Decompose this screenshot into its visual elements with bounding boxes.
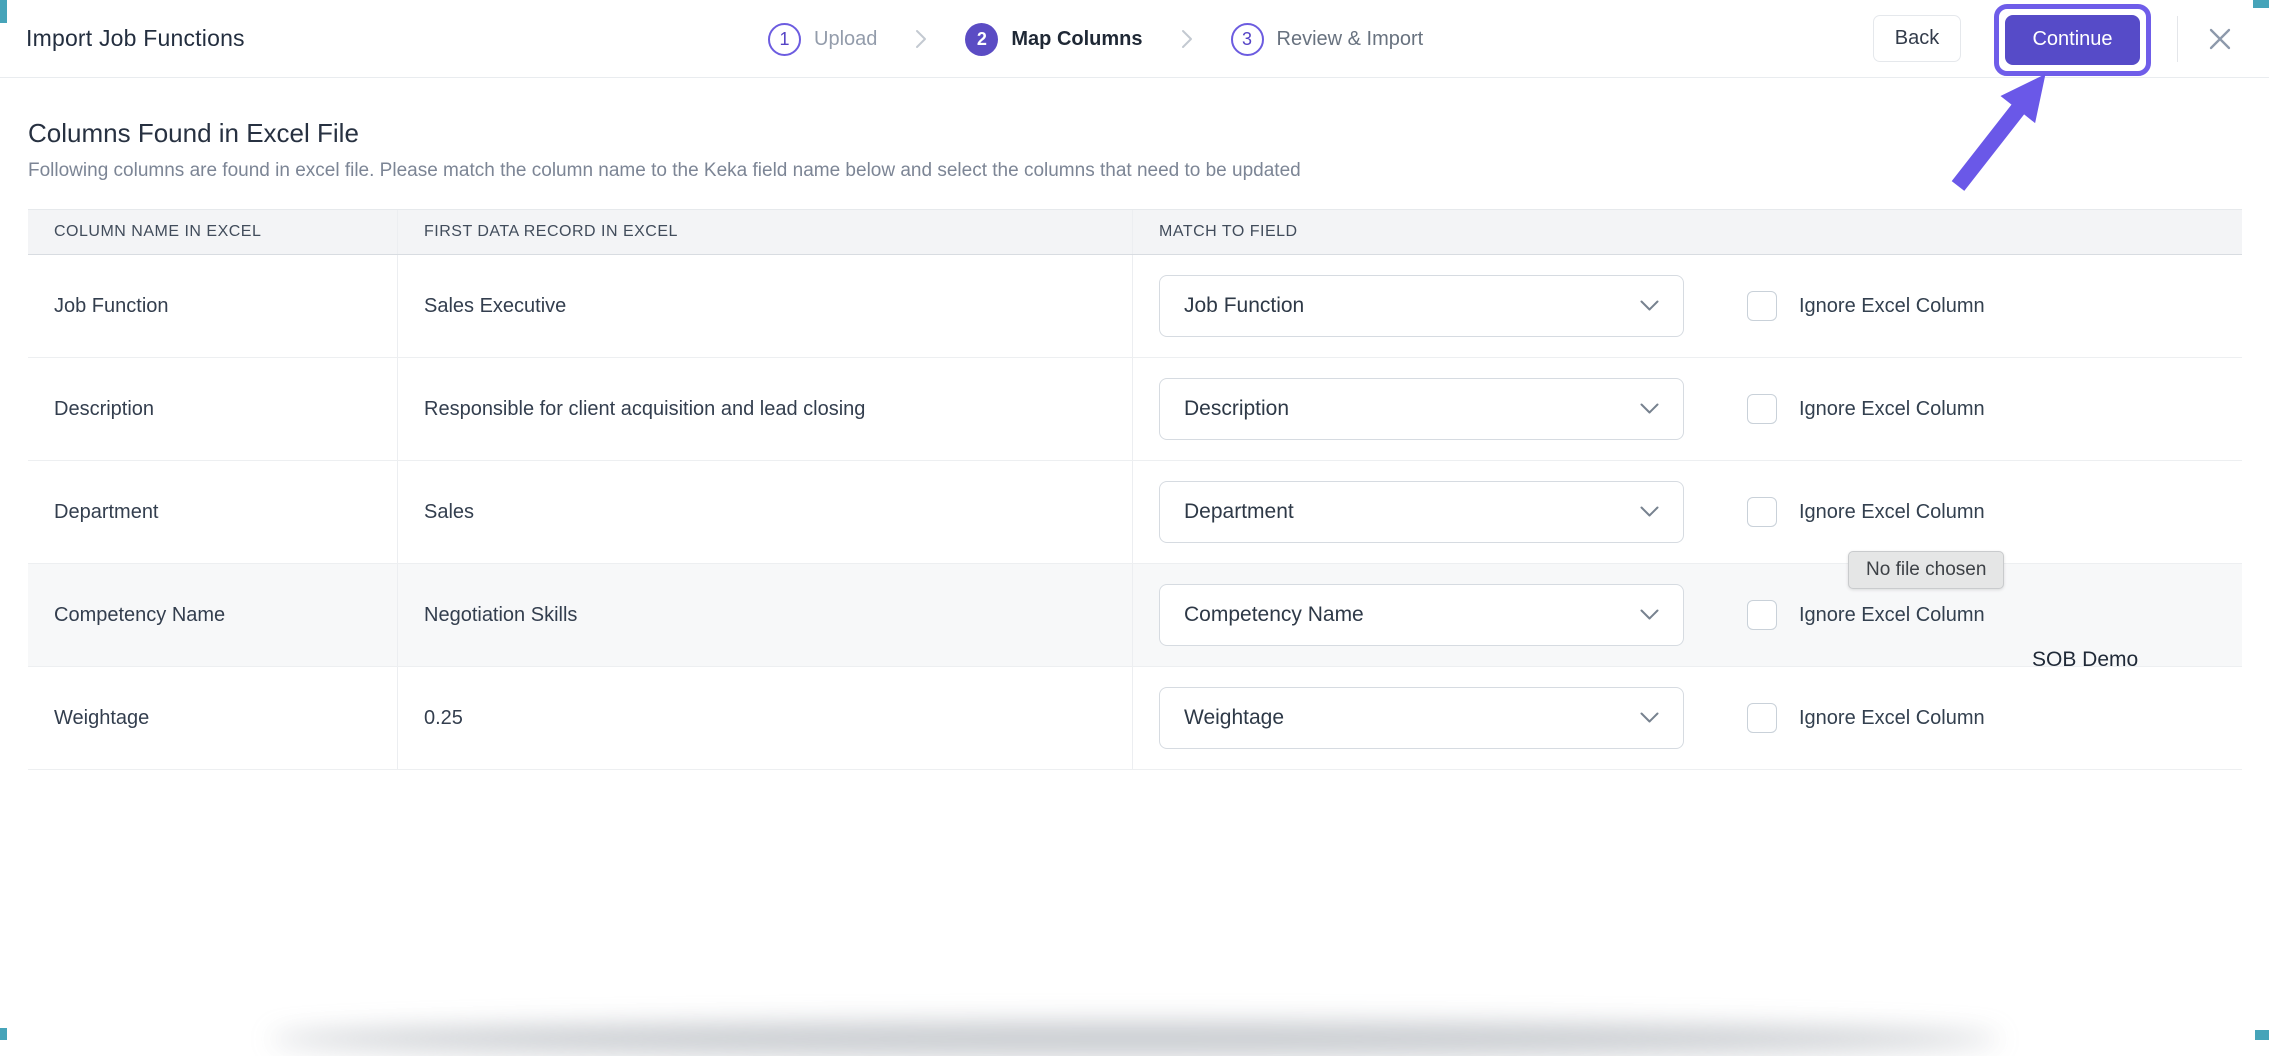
- cell-excel-column-name: Job Function: [28, 255, 398, 357]
- ignore-excel-column-label: Ignore Excel Column: [1799, 397, 1985, 420]
- ignore-column-group: Ignore Excel Column: [1747, 600, 1985, 630]
- table-header-row: COLUMN NAME IN EXCEL FIRST DATA RECORD I…: [28, 209, 2242, 255]
- match-field-selected-value: Weightage: [1184, 706, 1285, 729]
- ignore-column-group: Ignore Excel Column: [1747, 394, 1985, 424]
- match-field-selected-value: Job Function: [1184, 294, 1305, 317]
- match-field-selected-value: Competency Name: [1184, 603, 1364, 626]
- table-row: Description Responsible for client acquis…: [28, 358, 2242, 461]
- ignore-column-group: Ignore Excel Column: [1747, 291, 1985, 321]
- wizard-steps: 1 Upload 2 Map Columns 3 Review & Import: [768, 0, 1423, 78]
- chevron-down-icon: [1640, 300, 1659, 312]
- match-field-select[interactable]: Department: [1159, 481, 1684, 543]
- close-icon[interactable]: [2200, 19, 2240, 59]
- col-header-excel-name: COLUMN NAME IN EXCEL: [28, 210, 398, 254]
- wizard-step-review-import[interactable]: 3 Review & Import: [1230, 22, 1424, 56]
- cell-first-data-record: Responsible for client acquisition and l…: [398, 358, 1133, 460]
- back-button[interactable]: Back: [1873, 15, 1961, 62]
- ignore-excel-column-label: Ignore Excel Column: [1799, 603, 1985, 626]
- ignore-excel-column-checkbox[interactable]: [1747, 394, 1777, 424]
- cell-excel-column-name: Department: [28, 461, 398, 563]
- corner-marker: [2253, 0, 2269, 8]
- step-number-badge: 3: [1230, 22, 1264, 56]
- match-field-select[interactable]: Competency Name: [1159, 584, 1684, 646]
- ignore-excel-column-checkbox[interactable]: [1747, 291, 1777, 321]
- ignore-excel-column-label: Ignore Excel Column: [1799, 500, 1985, 523]
- ignore-excel-column-checkbox[interactable]: [1747, 600, 1777, 630]
- bottom-shadow: [270, 1022, 2000, 1056]
- divider: [2177, 15, 2178, 62]
- topbar-actions: Back Continue: [1873, 3, 2240, 76]
- match-field-select[interactable]: Description: [1159, 378, 1684, 440]
- chevron-down-icon: [1640, 403, 1659, 415]
- match-field-select[interactable]: Weightage: [1159, 687, 1684, 749]
- annotation-arrow-icon: [1951, 74, 2046, 191]
- import-wizard-page: Import Job Functions 1 Upload 2 Map Columns…: [0, 0, 2269, 1056]
- chevron-down-icon: [1640, 712, 1659, 724]
- chevron-down-icon: [1640, 609, 1659, 621]
- wizard-step-map-columns[interactable]: 2 Map Columns: [965, 22, 1143, 56]
- cell-excel-column-name: Competency Name: [28, 564, 398, 666]
- cell-first-data-record: Sales: [398, 461, 1133, 563]
- cell-match-to-field: Weightage Ignore Excel Column: [1133, 667, 2242, 769]
- match-field-selected-value: Department: [1184, 500, 1294, 523]
- table-row: Weightage 0.25 Weightage Ignore Excel Colum…: [28, 667, 2242, 770]
- cell-match-to-field: Job Function Ignore Excel Column: [1133, 255, 2242, 357]
- ignore-excel-column-label: Ignore Excel Column: [1799, 294, 1985, 317]
- watermark-text: SOB Demo: [2032, 648, 2139, 671]
- ignore-excel-column-checkbox[interactable]: [1747, 703, 1777, 733]
- ignore-column-group: Ignore Excel Column: [1747, 497, 1985, 527]
- cell-first-data-record: Sales Executive: [398, 255, 1133, 357]
- section-heading: Columns Found in Excel File: [28, 118, 359, 148]
- ignore-column-group: Ignore Excel Column: [1747, 703, 1985, 733]
- cell-match-to-field: Department Ignore Excel Column: [1133, 461, 2242, 563]
- topbar: Import Job Functions 1 Upload 2 Map Columns…: [0, 0, 2269, 78]
- step-label: Upload: [814, 27, 878, 50]
- corner-marker: [0, 0, 7, 23]
- ignore-excel-column-checkbox[interactable]: [1747, 497, 1777, 527]
- chevron-down-icon: [1640, 506, 1659, 518]
- col-header-first-record: FIRST DATA RECORD IN EXCEL: [398, 210, 1133, 254]
- main-content: Columns Found in Excel File Following co…: [0, 118, 2269, 770]
- step-label: Map Columns: [1011, 27, 1143, 50]
- table-body: Job Function Sales Executive Job Function I…: [28, 255, 2242, 770]
- step-separator-icon: [1181, 29, 1193, 49]
- page-title: Import Job Functions: [26, 25, 245, 51]
- corner-marker: [0, 1028, 7, 1040]
- wizard-step-upload[interactable]: 1 Upload: [768, 22, 878, 56]
- match-field-select[interactable]: Job Function: [1159, 275, 1684, 337]
- cell-excel-column-name: Weightage: [28, 667, 398, 769]
- column-mapping-table: COLUMN NAME IN EXCEL FIRST DATA RECORD I…: [28, 209, 2242, 770]
- cell-first-data-record: 0.25: [398, 667, 1133, 769]
- table-row: Job Function Sales Executive Job Function I…: [28, 255, 2242, 358]
- step-number-badge: 1: [768, 22, 801, 56]
- cell-match-to-field: Description Ignore Excel Column: [1133, 358, 2242, 460]
- cell-first-data-record: Negotiation Skills: [398, 564, 1133, 666]
- cell-excel-column-name: Description: [28, 358, 398, 460]
- section-subheading: Following columns are found in excel fil…: [28, 160, 1301, 181]
- continue-highlight-ring: Continue: [1994, 3, 2151, 76]
- match-field-selected-value: Description: [1184, 397, 1290, 420]
- corner-marker: [2255, 1030, 2269, 1040]
- continue-button[interactable]: Continue: [2005, 14, 2140, 65]
- table-row: Department Sales Department Ignore Excel Co…: [28, 461, 2242, 564]
- step-number-badge: 2: [965, 22, 999, 56]
- ignore-excel-column-label: Ignore Excel Column: [1799, 706, 1985, 729]
- col-header-match-field: MATCH TO FIELD: [1159, 223, 1298, 240]
- no-file-chosen-tooltip: No file chosen: [1848, 551, 2005, 589]
- step-separator-icon: [915, 29, 927, 49]
- step-label: Review & Import: [1276, 27, 1424, 50]
